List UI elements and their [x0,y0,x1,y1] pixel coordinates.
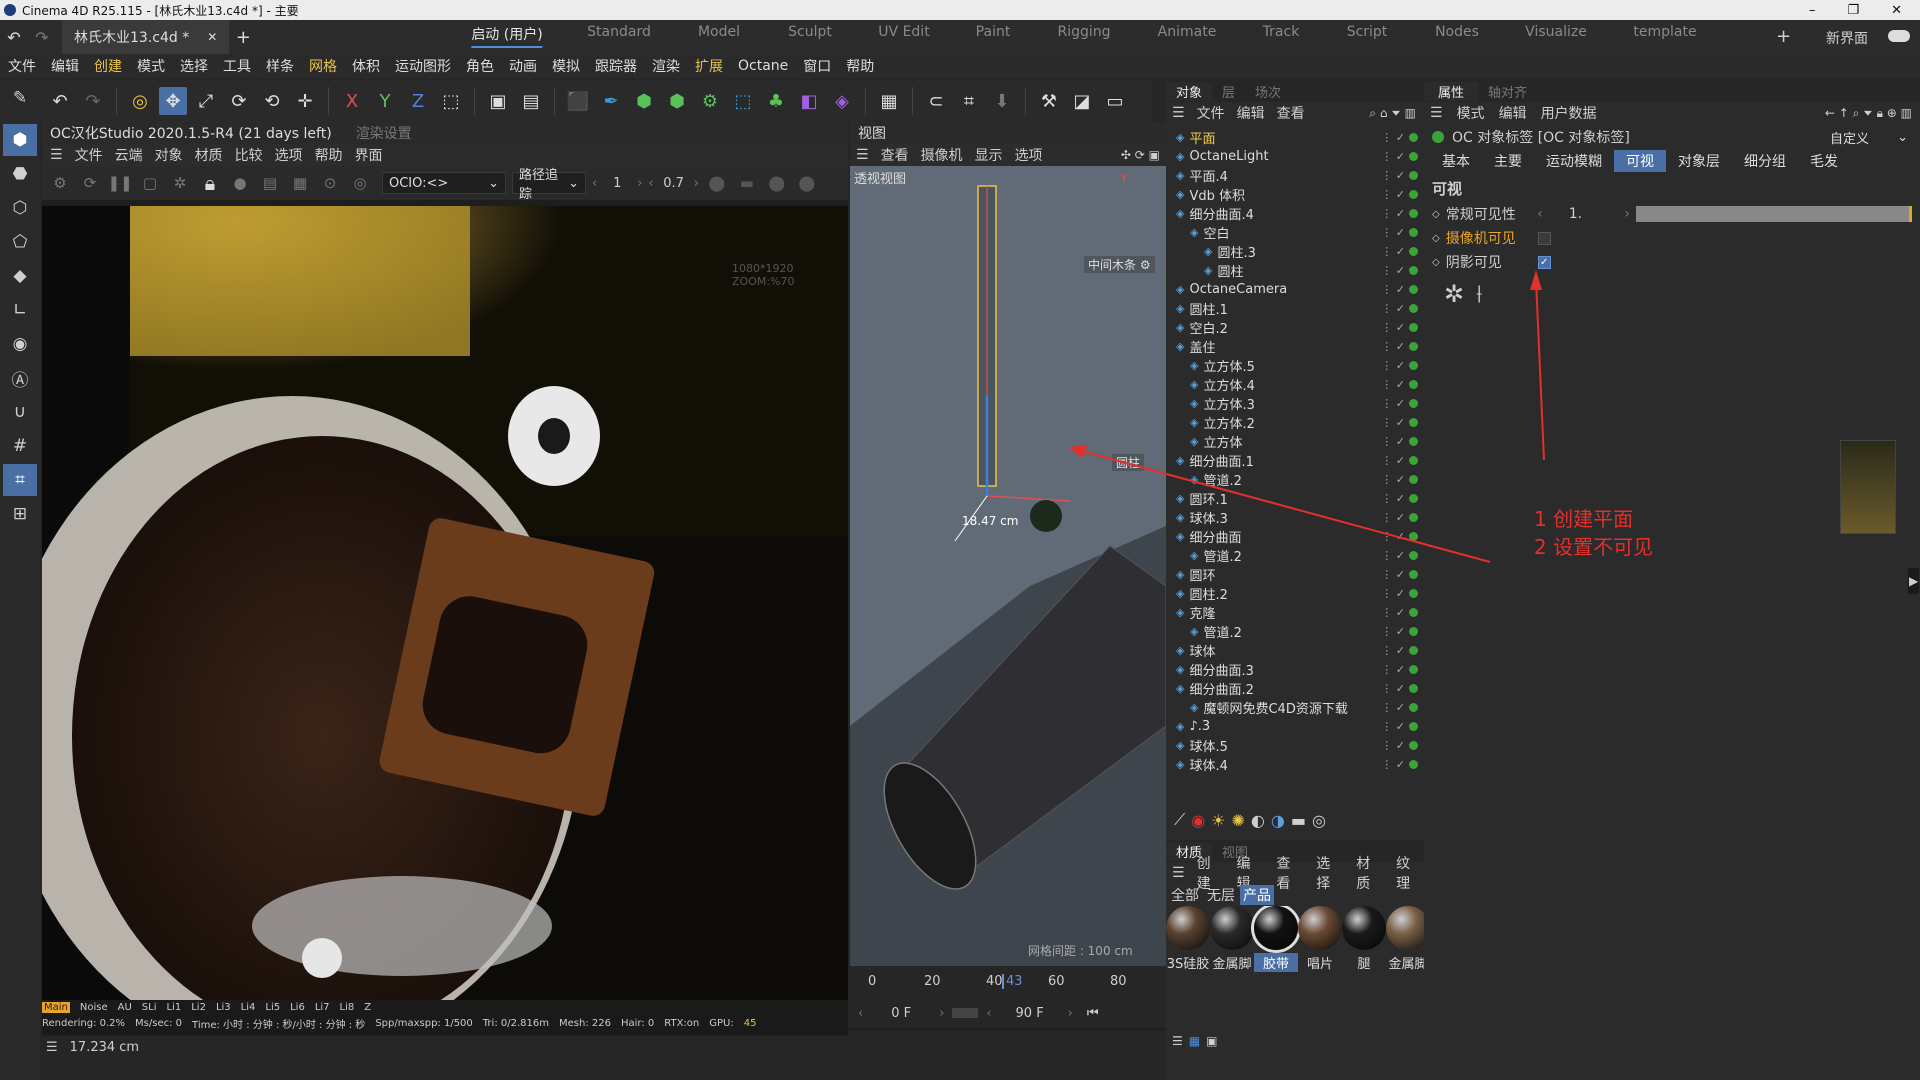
annotation-step2: 2 设置不可见 [1534,535,1654,559]
annotation-step1: 1 创建平面 [1534,507,1634,531]
